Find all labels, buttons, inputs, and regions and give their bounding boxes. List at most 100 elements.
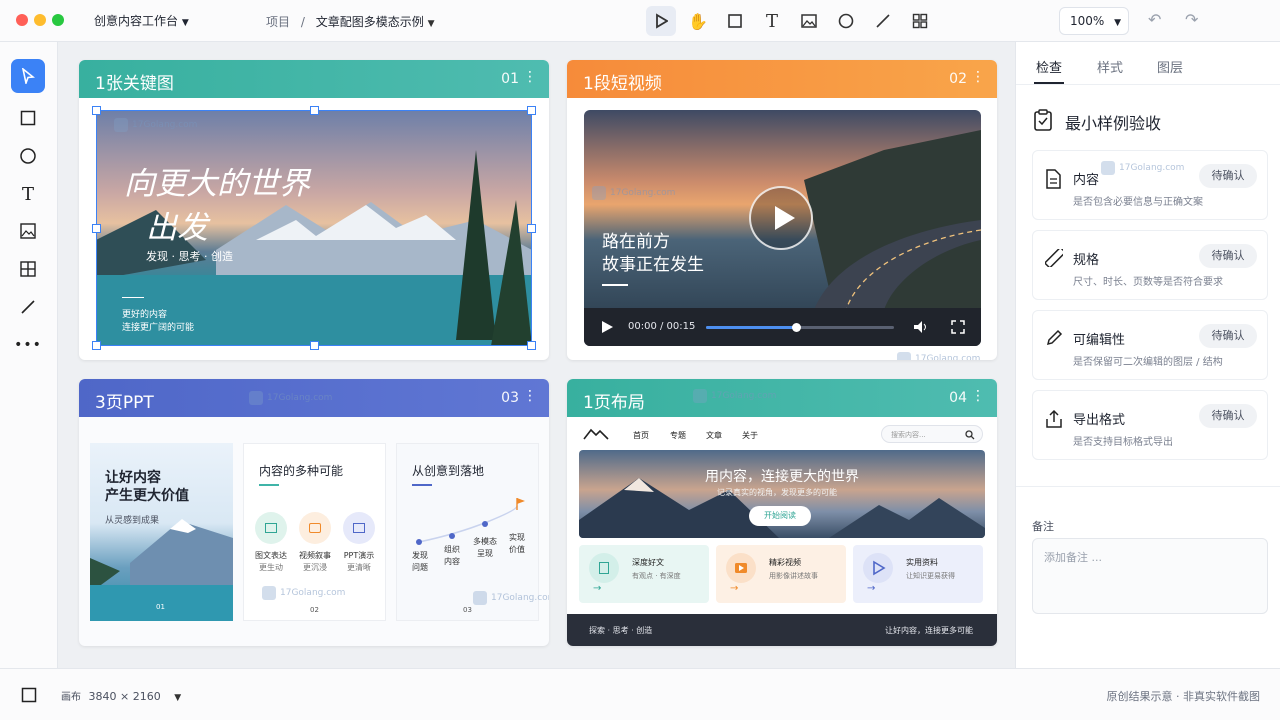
undo-icon[interactable]: ↶: [1148, 10, 1161, 29]
close-window-button[interactable]: [16, 14, 28, 26]
search-icon[interactable]: [965, 430, 975, 440]
card-title: 3页PPT: [95, 393, 154, 413]
watermark: 17Golang.com: [249, 391, 332, 405]
image-tool-button[interactable]: [794, 6, 824, 36]
line-tool[interactable]: [11, 290, 45, 324]
upload-icon: [1046, 409, 1062, 428]
feature-card[interactable]: 精彩视频 用影像讲述故事 →: [716, 545, 846, 603]
canvas-size-selector[interactable]: 画布 3840 × 2160 ▼: [61, 688, 181, 703]
zoom-select[interactable]: 100% ▼: [1059, 7, 1129, 35]
image-icon: [20, 223, 36, 239]
ruler-icon: [1045, 249, 1063, 267]
slide-2-item-2: 视频叙事 更沉浸: [293, 550, 337, 574]
watermark-text: 17Golang.com: [915, 354, 981, 360]
select-tool-button[interactable]: [646, 6, 676, 36]
ellipse-tool[interactable]: [11, 139, 45, 173]
ellipse-tool-button[interactable]: [831, 6, 861, 36]
image-tool[interactable]: [11, 214, 45, 248]
video-player[interactable]: 路在前方 故事正在发生 17Golang.com 00:00 / 00:15: [584, 110, 981, 346]
play-button[interactable]: [749, 186, 813, 250]
watermark-text: 17Golang.com: [711, 391, 777, 401]
item-line-1: PPT演示: [343, 551, 375, 560]
tab-inspect[interactable]: 检查: [1036, 57, 1062, 76]
ppt-slide-3[interactable]: 从创意到落地 发现问题 组织内容 多模态呈现 实现价值 17Golang.com…: [396, 443, 549, 621]
document-icon: [1046, 169, 1061, 189]
canvas[interactable]: 1张关键图 01 ⋮ 向更大的世界 出发 发现 · 思考 · 创造 更好的内容 …: [58, 42, 1015, 668]
nav-about[interactable]: 关于: [742, 430, 758, 441]
notes-label: 备注: [1032, 520, 1054, 533]
check-item-content[interactable]: 内容 是否包含必要信息与正确文案 待确认 17Golang.com: [1032, 150, 1268, 220]
workspace-selector[interactable]: 创意内容工作台 ▼: [94, 12, 189, 29]
resize-handle[interactable]: [92, 106, 101, 115]
line-tool-button[interactable]: [868, 6, 898, 36]
notes-textarea[interactable]: 添加备注 ...: [1032, 538, 1268, 614]
resize-handle[interactable]: [527, 341, 536, 350]
card-layout[interactable]: 1页布局 04 ⋮ 17Golang.com 首页 专题 文章 关于 搜索内容.…: [567, 379, 997, 646]
text-tool-button[interactable]: T: [757, 6, 787, 36]
fullscreen-icon[interactable]: [951, 320, 965, 334]
ppt-slide-2[interactable]: 内容的多种可能 图文表达 更生动 视频叙事 更沉浸 PPT演示 更清晰 17Golan…: [243, 443, 386, 621]
card-key-image[interactable]: 1张关键图 01 ⋮ 向更大的世界 出发 发现 · 思考 · 创造 更好的内容 …: [79, 60, 549, 360]
video-progress-knob[interactable]: [792, 323, 802, 332]
canvas-frame-icon[interactable]: [21, 687, 37, 703]
selection-box[interactable]: [92, 106, 536, 350]
hero-start-reading-button[interactable]: 开始阅读: [749, 506, 811, 526]
breadcrumb-root[interactable]: 项目: [266, 15, 290, 29]
rectangle-tool[interactable]: [11, 101, 45, 135]
resize-handle[interactable]: [310, 341, 319, 350]
card-short-video[interactable]: 1段短视频 02 ⋮ 路在前方 故事正在发生 17Golang.com 00:0…: [567, 60, 997, 360]
redo-icon[interactable]: ↷: [1185, 10, 1198, 29]
card-number: 02: [949, 71, 967, 87]
feature-card[interactable]: 实用资料 让知识更易获得 →: [853, 545, 983, 603]
nav-topics[interactable]: 专题: [670, 430, 686, 441]
tab-layers[interactable]: 图层: [1157, 57, 1183, 76]
resize-handle[interactable]: [92, 341, 101, 350]
grid-tool[interactable]: [11, 252, 45, 286]
step-line-1: 实现: [509, 533, 525, 542]
top-bar: 创意内容工作台 ▼ 项目 / 文章配图多模态示例 ▼ ✋ T 100% ▼ ↶ …: [0, 0, 1280, 42]
rectangle-tool-button[interactable]: [720, 6, 750, 36]
check-item-desc: 是否保留可二次编辑的图层 / 结构: [1073, 357, 1223, 368]
more-vertical-icon[interactable]: ⋮: [971, 69, 985, 85]
watermark-text: 17Golang.com: [491, 593, 549, 603]
minimize-window-button[interactable]: [34, 14, 46, 26]
nav-articles[interactable]: 文章: [706, 430, 722, 441]
volume-icon[interactable]: [913, 320, 929, 334]
more-vertical-icon[interactable]: ⋮: [971, 388, 985, 404]
text-icon: T: [765, 10, 778, 32]
check-item-spec[interactable]: 规格 尺寸、时长、页数等是否符合要求 待确认: [1032, 230, 1268, 300]
notes-placeholder: 添加备注 ...: [1044, 551, 1102, 564]
card-ppt[interactable]: 3页PPT 03 ⋮ 17Golang.com 让好内容 产生更大价值 从灵感到…: [79, 379, 549, 646]
feature-card[interactable]: 深度好文 有观点 · 有深度 →: [579, 545, 709, 603]
disclaimer-note: 原创结果示意 · 非真实软件截图: [1106, 690, 1261, 703]
caption-divider: [602, 284, 628, 286]
arrow-right-icon: →: [593, 583, 602, 594]
play-small-icon[interactable]: [600, 320, 614, 334]
check-item-editability[interactable]: 可编辑性 是否保留可二次编辑的图层 / 结构 待确认: [1032, 310, 1268, 380]
tab-style[interactable]: 样式: [1097, 57, 1123, 76]
resize-handle[interactable]: [310, 106, 319, 115]
maximize-window-button[interactable]: [52, 14, 64, 26]
pending-confirm-button[interactable]: 待确认: [1199, 164, 1257, 188]
resize-handle[interactable]: [92, 224, 101, 233]
check-item-export-format[interactable]: 导出格式 是否支持目标格式导出 待确认: [1032, 390, 1268, 460]
pending-confirm-button[interactable]: 待确认: [1199, 404, 1257, 428]
breadcrumb-current[interactable]: 文章配图多模态示例: [316, 15, 424, 29]
pending-confirm-button[interactable]: 待确认: [1199, 324, 1257, 348]
hand-tool-button[interactable]: ✋: [683, 6, 713, 36]
select-tool[interactable]: [11, 59, 45, 93]
pending-confirm-button[interactable]: 待确认: [1199, 244, 1257, 268]
text-tool[interactable]: T: [11, 177, 45, 211]
feature-desc: 用影像讲述故事: [769, 572, 818, 580]
resize-handle[interactable]: [527, 106, 536, 115]
inspector-panel: 检查 样式 图层 最小样例验收 内容 是否包含必要信息与正确文案 待确认 17G…: [1015, 42, 1280, 668]
grid-tool-button[interactable]: [905, 6, 935, 36]
more-vertical-icon[interactable]: ⋮: [523, 69, 537, 85]
ppt-slide-1[interactable]: 让好内容 产生更大价值 从灵感到成果 01: [90, 443, 233, 621]
more-tools[interactable]: •••: [11, 328, 45, 362]
video-progress-track[interactable]: [706, 323, 894, 332]
site-search-input[interactable]: 搜索内容...: [881, 425, 983, 443]
resize-handle[interactable]: [527, 224, 536, 233]
nav-home[interactable]: 首页: [633, 430, 649, 441]
more-vertical-icon[interactable]: ⋮: [523, 388, 537, 404]
